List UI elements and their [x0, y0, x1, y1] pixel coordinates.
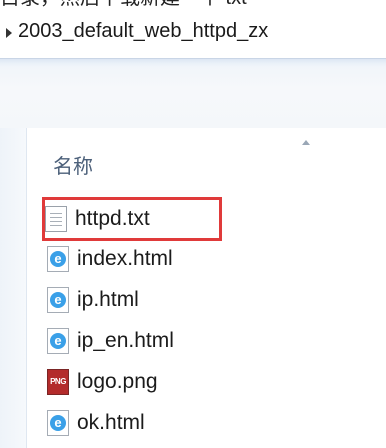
file-name: index.html: [77, 247, 173, 270]
text-file-icon: [45, 206, 67, 232]
file-row-ip-en-html[interactable]: e ip_en.html: [47, 323, 347, 359]
expand-arrow-icon[interactable]: [6, 28, 12, 38]
file-row-logo-png[interactable]: PNG logo.png: [47, 364, 347, 400]
breadcrumb-folder[interactable]: 2003_default_web_httpd_zx: [18, 20, 268, 43]
file-row-ok-html[interactable]: e ok.html: [47, 405, 347, 441]
file-name: ok.html: [77, 411, 145, 434]
html-file-icon: e: [47, 246, 69, 272]
file-row-ip-html[interactable]: e ip.html: [47, 282, 347, 318]
html-file-icon: e: [47, 287, 69, 313]
file-name: ip_en.html: [77, 329, 174, 352]
file-name: ip.html: [77, 288, 139, 311]
column-header[interactable]: 名称: [27, 128, 386, 196]
file-name: httpd.txt: [75, 207, 150, 230]
navigation-pane: [0, 128, 27, 448]
html-file-icon: e: [47, 410, 69, 436]
column-name-header[interactable]: 名称: [53, 150, 93, 179]
address-bar[interactable]: 2003_default_web_httpd_zx: [0, 8, 386, 58]
sort-up-icon: [302, 140, 310, 145]
html-file-icon: e: [47, 328, 69, 354]
file-name: logo.png: [77, 370, 158, 393]
file-row-httpd-txt[interactable]: httpd.txt: [42, 197, 222, 241]
toolbar: [0, 58, 386, 129]
png-file-icon: PNG: [47, 369, 69, 395]
top-caption: 目录，然后下载新建一个 txt: [0, 0, 386, 8]
file-row-index-html[interactable]: e index.html: [47, 241, 347, 277]
